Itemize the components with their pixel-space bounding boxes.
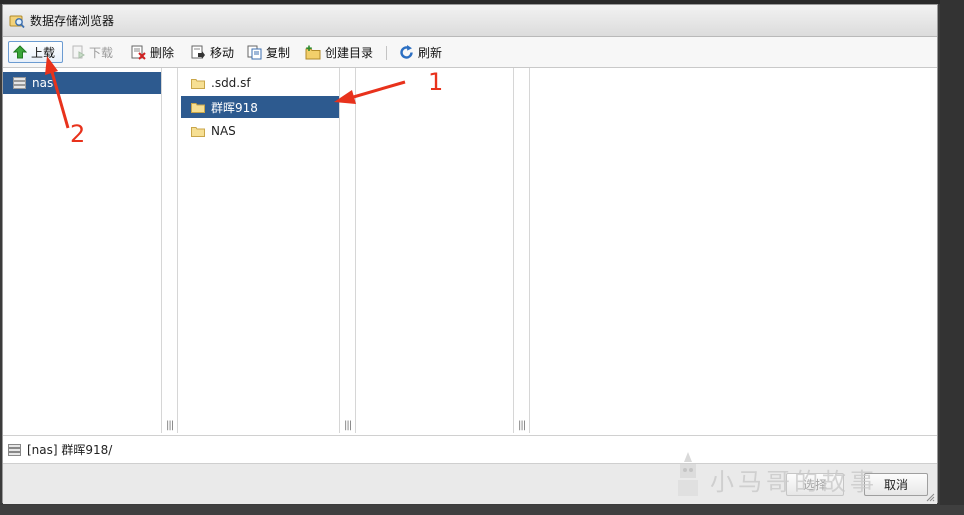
annotation-arrowhead-1 — [334, 90, 356, 104]
annotation-arrow-1 — [349, 80, 406, 100]
annotation-label-1: 1 — [428, 68, 444, 96]
annotation-arrowhead-2 — [45, 56, 58, 75]
annotation-arrows — [45, 56, 406, 129]
annotation-label-2: 2 — [70, 120, 86, 148]
annotation-arrow-2 — [50, 71, 70, 129]
